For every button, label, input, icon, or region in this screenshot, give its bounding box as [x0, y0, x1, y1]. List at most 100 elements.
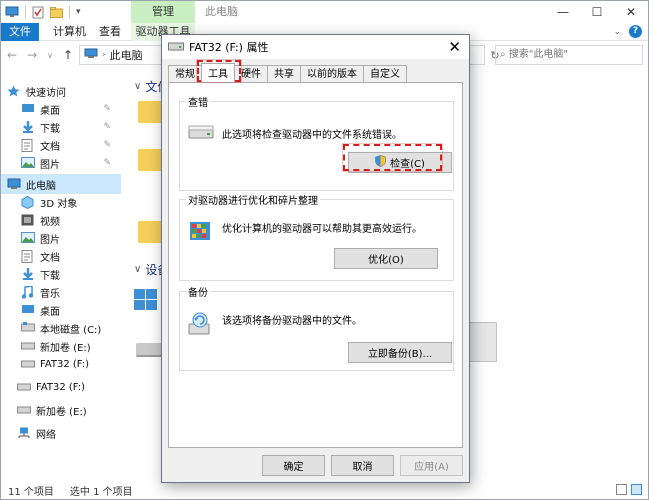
drive-icon	[21, 322, 35, 334]
desktop-icon	[21, 103, 35, 115]
group-description: 该选项将备份驱动器中的文件。	[222, 316, 362, 327]
pin-icon[interactable]: ✎	[103, 104, 111, 114]
details-view-icon[interactable]	[616, 484, 627, 495]
tab-previous-versions[interactable]: 以前的版本	[300, 65, 364, 82]
computer-icon	[7, 178, 21, 190]
window-title: 此电脑	[205, 5, 238, 18]
breadcrumb-this-pc[interactable]: 此电脑	[110, 47, 143, 63]
nav-desktop[interactable]: 桌面 ✎	[1, 99, 121, 119]
nav-label: 此电脑	[26, 180, 56, 192]
apply-button[interactable]: 应用(A)	[400, 455, 463, 476]
download-arrow-icon	[21, 268, 35, 280]
desktop-icon	[21, 304, 35, 316]
defrag-icon	[189, 218, 211, 245]
drive-usage-bar	[467, 322, 497, 362]
ribbon-right-controls: ⌄ ?	[613, 25, 642, 38]
selection-count: 选中 1 个项目	[69, 486, 133, 498]
new-folder-icon[interactable]	[50, 6, 63, 18]
nav-pictures[interactable]: 图片 ✎	[1, 153, 121, 173]
close-icon[interactable]: ✕	[448, 37, 461, 57]
recent-locations-icon[interactable]: ∨	[47, 51, 53, 60]
dialog-title: FAT32 (F:) 属性	[189, 41, 269, 54]
group-title: 对驱动器进行优化和碎片整理	[186, 192, 320, 207]
nav-documents-2[interactable]: 文档	[1, 246, 121, 266]
back-arrow-icon[interactable]: ←	[7, 48, 17, 62]
pin-icon[interactable]: ✎	[103, 158, 111, 168]
nav-label: 桌面	[40, 105, 60, 117]
quick-access-toolbar: ▾	[5, 5, 81, 19]
window-controls: — ☐ ✕	[546, 1, 648, 23]
drive-icon	[21, 340, 35, 352]
pin-icon[interactable]: ✎	[103, 122, 111, 132]
nav-label: 新加卷 (E:)	[40, 342, 91, 354]
chevron-down-icon: ∨	[134, 264, 142, 275]
tab-file[interactable]: 文件	[1, 23, 39, 41]
nav-documents[interactable]: 文档 ✎	[1, 135, 121, 155]
nav-new-volume-e-root[interactable]: 新加卷 (E:)	[1, 400, 121, 420]
nav-label: FAT32 (F:)	[36, 381, 86, 393]
nav-label: 网络	[36, 429, 56, 441]
help-icon[interactable]: ?	[629, 25, 642, 38]
video-icon	[21, 214, 35, 226]
button-label: 优化(O)	[368, 255, 404, 266]
cancel-button[interactable]: 取消	[331, 455, 394, 476]
tab-computer[interactable]: 计算机	[53, 23, 86, 41]
tab-tools[interactable]: 工具	[201, 63, 235, 82]
nav-label: 本地磁盘 (C:)	[40, 324, 102, 336]
nav-downloads-2[interactable]: 下载	[1, 264, 121, 284]
nav-label: 文档	[40, 141, 60, 153]
nav-downloads[interactable]: 下载 ✎	[1, 117, 121, 137]
nav-label: 下载	[40, 123, 60, 135]
breadcrumb-separator-icon[interactable]: ›	[102, 50, 106, 60]
backup-icon	[187, 312, 213, 339]
group-title: 查错	[186, 94, 210, 109]
tab-customize[interactable]: 自定义	[363, 65, 407, 82]
nav-this-pc[interactable]: 此电脑	[1, 174, 121, 194]
tab-sharing[interactable]: 共享	[267, 65, 301, 82]
nav-label: 下载	[40, 270, 60, 282]
item-count: 11 个项目	[8, 486, 54, 498]
cube-icon	[21, 195, 35, 210]
expand-ribbon-icon[interactable]: ⌄	[613, 27, 621, 37]
nav-music[interactable]: 音乐	[1, 282, 121, 302]
nav-label: 新加卷 (E:)	[36, 406, 87, 418]
nav-3d-objects[interactable]: 3D 对象	[1, 192, 121, 212]
pin-icon[interactable]: ✎	[103, 140, 111, 150]
nav-videos[interactable]: 视频	[1, 210, 121, 230]
properties-icon[interactable]	[32, 6, 44, 19]
picture-icon	[21, 232, 35, 244]
tab-view[interactable]: 查看	[99, 23, 121, 41]
document-icon	[21, 139, 35, 152]
backup-now-button[interactable]: 立即备份(B)...	[348, 342, 452, 363]
navigation-pane: 快速访问 桌面 ✎ 下载 ✎ 文档 ✎ 图片 ✎ 此电脑 3D 对象 视频 图片…	[1, 73, 121, 481]
optimize-button[interactable]: 优化(O)	[334, 248, 438, 269]
button-label: 应用(A)	[414, 462, 449, 473]
nav-desktop-2[interactable]: 桌面	[1, 300, 121, 320]
drive-icon[interactable]	[136, 343, 162, 357]
ok-button[interactable]: 确定	[262, 455, 325, 476]
forward-arrow-icon[interactable]: →	[27, 48, 37, 62]
nav-local-disk-c[interactable]: 本地磁盘 (C:)	[1, 318, 121, 338]
dialog-title-bar: FAT32 (F:) 属性 ✕	[162, 35, 469, 59]
button-label: 取消	[352, 462, 373, 473]
nav-quick-access[interactable]: 快速访问	[1, 81, 121, 101]
group-description: 此选项将检查驱动器中的文件系统错误。	[222, 130, 402, 141]
backup-group: 备份 该选项将备份驱动器中的文件。 立即备份(B)...	[179, 284, 454, 371]
close-icon[interactable]: ✕	[614, 1, 648, 23]
search-input[interactable]: ⌕ 搜索"此电脑"	[495, 45, 643, 65]
computer-icon	[5, 6, 19, 18]
up-arrow-icon[interactable]: ↑	[63, 48, 73, 62]
nav-network[interactable]: 网络	[1, 423, 121, 443]
nav-new-volume-e[interactable]: 新加卷 (E:)	[1, 336, 121, 356]
view-switcher	[616, 484, 642, 495]
minimize-icon[interactable]: —	[546, 1, 580, 23]
windows-drive-icon[interactable]	[134, 289, 158, 314]
group-title: 备份	[186, 284, 210, 299]
customize-toolbar-icon[interactable]: ▾	[76, 7, 81, 17]
nav-fat32-f[interactable]: FAT32 (F:)	[1, 354, 121, 374]
maximize-icon[interactable]: ☐	[580, 1, 614, 23]
large-icons-view-icon[interactable]	[631, 484, 642, 495]
nav-fat32-f-root[interactable]: FAT32 (F:)	[1, 377, 121, 397]
chevron-down-icon: ∨	[134, 81, 142, 92]
nav-pictures-2[interactable]: 图片	[1, 228, 121, 248]
